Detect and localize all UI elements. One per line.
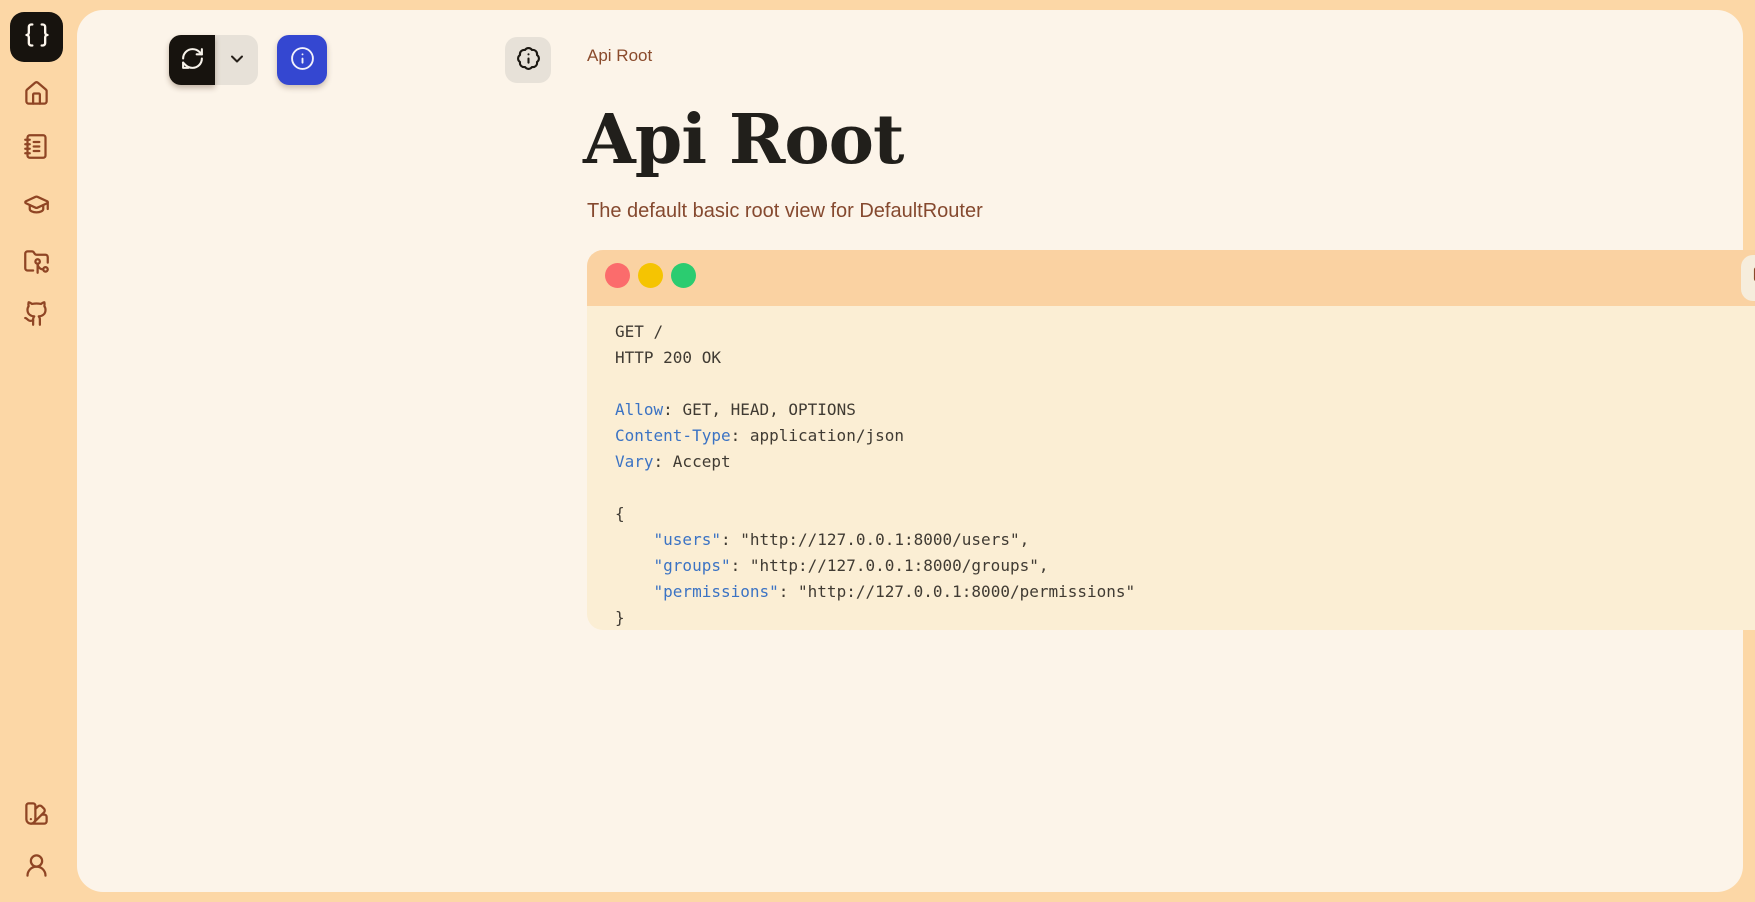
- page-title: Api Root: [583, 96, 903, 184]
- badge-info-icon: [516, 46, 541, 74]
- sidebar-item-tutorials[interactable]: [21, 192, 51, 222]
- sidebar-item-theme[interactable]: [21, 801, 51, 831]
- refresh-icon: [180, 46, 205, 74]
- code-line: [615, 371, 1755, 397]
- response-terminal-card: GET /HTTP 200 OK Allow: GET, HEAD, OPTION…: [587, 250, 1755, 630]
- github-icon: [23, 300, 50, 332]
- code-line: }: [615, 605, 1755, 630]
- terminal-body: GET /HTTP 200 OK Allow: GET, HEAD, OPTION…: [587, 306, 1755, 630]
- sidebar-item-github[interactable]: [21, 301, 51, 331]
- code-line: Vary: Accept: [615, 449, 1755, 475]
- terminal-code: GET /HTTP 200 OK Allow: GET, HEAD, OPTION…: [615, 319, 1755, 630]
- sidebar-item-repository[interactable]: [21, 249, 51, 279]
- sidebar: [0, 0, 77, 902]
- code-line: [615, 475, 1755, 501]
- sidebar-item-account[interactable]: [21, 853, 51, 883]
- page-subtitle: The default basic root view for DefaultR…: [587, 200, 983, 223]
- code-line: HTTP 200 OK: [615, 345, 1755, 371]
- code-line: Content-Type: application/json: [615, 423, 1755, 449]
- graduation-cap-icon: [23, 191, 50, 223]
- folder-git-icon: [23, 248, 50, 280]
- terminal-header: [587, 250, 1755, 306]
- main-panel: Api Root Api Root The default basic root…: [77, 10, 1743, 892]
- refresh-button[interactable]: [169, 35, 215, 85]
- code-line: {: [615, 501, 1755, 527]
- sidebar-item-home[interactable]: [21, 81, 51, 111]
- app-logo[interactable]: [10, 12, 63, 62]
- braces-icon: [23, 21, 51, 54]
- red-dot: [605, 263, 630, 288]
- code-line: Allow: GET, HEAD, OPTIONS: [615, 397, 1755, 423]
- code-line: "groups": "http://127.0.0.1:8000/groups"…: [615, 553, 1755, 579]
- yellow-dot: [638, 263, 663, 288]
- window-dots: [605, 263, 704, 293]
- copy-button[interactable]: [1741, 255, 1755, 301]
- code-line: GET /: [615, 319, 1755, 345]
- circle-info-icon: [290, 46, 315, 74]
- badge-info-button[interactable]: [505, 37, 551, 83]
- sidebar-item-docs[interactable]: [21, 134, 51, 164]
- refresh-menu-button[interactable]: [215, 35, 258, 85]
- green-dot: [671, 263, 696, 288]
- user-icon: [23, 852, 50, 884]
- swatch-book-icon: [23, 800, 50, 832]
- breadcrumb[interactable]: Api Root: [587, 46, 652, 66]
- home-icon: [23, 80, 50, 112]
- chevron-down-icon: [227, 49, 247, 72]
- notebook-icon: [23, 133, 50, 165]
- code-line: "permissions": "http://127.0.0.1:8000/pe…: [615, 579, 1755, 605]
- info-button[interactable]: [277, 35, 327, 85]
- refresh-split-button: [169, 35, 258, 85]
- code-line: "users": "http://127.0.0.1:8000/users",: [615, 527, 1755, 553]
